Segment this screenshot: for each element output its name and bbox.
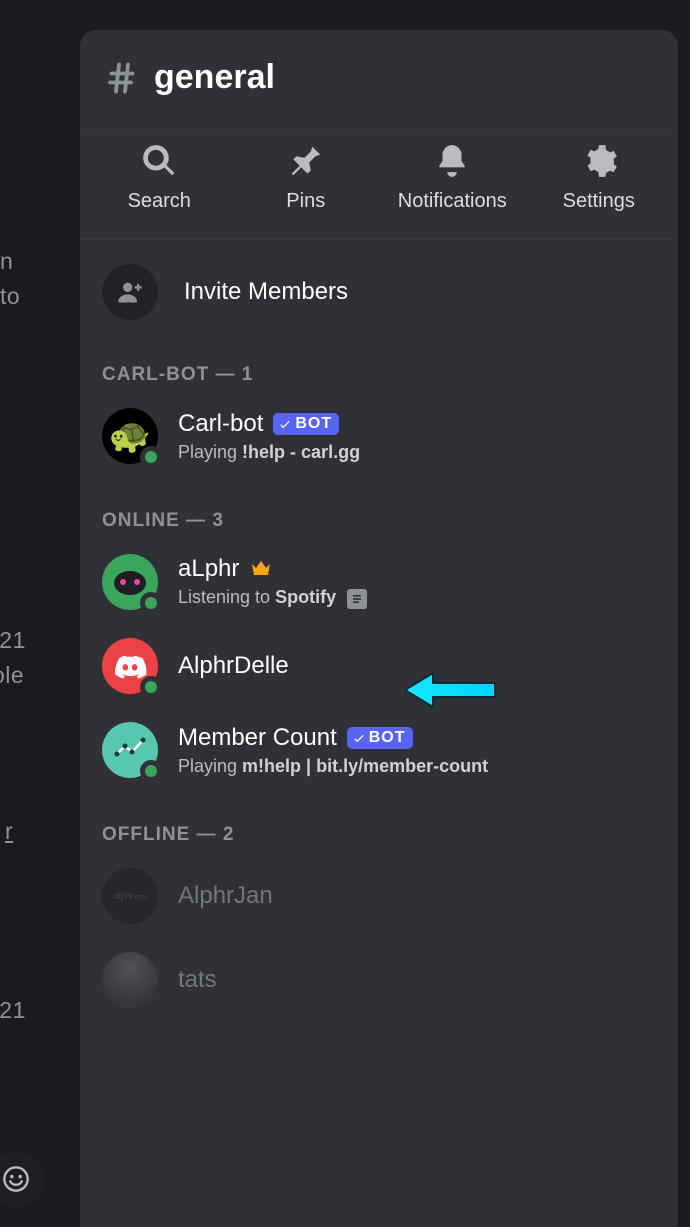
invite-label: Invite Members (184, 278, 348, 306)
search-button[interactable]: Search (86, 142, 233, 213)
settings-button[interactable]: Settings (526, 142, 673, 213)
channel-name: general (154, 58, 275, 97)
pins-button[interactable]: Pins (233, 142, 380, 213)
toolbar-label: Settings (563, 190, 635, 213)
avatar (102, 638, 158, 694)
gear-icon (580, 142, 618, 180)
avatar: alphr.com (102, 868, 158, 924)
member-name: Carl-bot (178, 410, 263, 438)
verified-check-icon (352, 731, 366, 745)
avatar (102, 952, 158, 1008)
member-name: tats (178, 966, 217, 994)
member-row-alphr[interactable]: aLphr Listening to Spotify (80, 540, 678, 624)
discord-creature-icon (112, 568, 148, 596)
edge-text: 021 (0, 997, 26, 1024)
member-row-alphrdelle[interactable]: AlphrDelle (80, 624, 678, 708)
invite-avatar (102, 264, 158, 320)
status-online-icon (140, 760, 162, 782)
edge-text: to (0, 283, 20, 310)
member-name: AlphrJan (178, 882, 273, 910)
member-name: Member Count (178, 724, 337, 752)
status-online-icon (140, 676, 162, 698)
invite-members-button[interactable]: Invite Members (80, 240, 678, 348)
avatar: 🐢 (102, 408, 158, 464)
edge-text: ole (0, 662, 24, 689)
member-name: aLphr (178, 555, 239, 583)
section-heading-offline: OFFLINE — 2 (80, 792, 678, 854)
status-online-icon (140, 592, 162, 614)
avatar (102, 554, 158, 610)
edge-text: r (5, 818, 13, 845)
member-activity: Playing !help - carl.gg (178, 442, 360, 463)
person-add-icon (116, 278, 144, 306)
avatar (102, 722, 158, 778)
channel-header: general (80, 30, 678, 129)
emoji-avatar (0, 1151, 44, 1207)
toolbar-label: Pins (286, 190, 325, 213)
members-sidebar-panel: general Search Pins Notifications Settin… (80, 30, 678, 1227)
edge-text: 021 (0, 627, 26, 654)
search-icon (140, 142, 178, 180)
member-row-membercount[interactable]: Member Count BOT Playing m!help | bit.ly… (80, 708, 678, 792)
toolbar-label: Search (128, 190, 191, 213)
background-left-panel: n to 021 ole r 021 (0, 0, 80, 1227)
hash-icon (104, 60, 140, 96)
channel-toolbar: Search Pins Notifications Settings (80, 129, 678, 240)
smile-icon (2, 1165, 30, 1193)
discord-logo-icon (113, 653, 147, 679)
crown-icon (249, 557, 273, 581)
notifications-button[interactable]: Notifications (379, 142, 526, 213)
status-online-icon (140, 446, 162, 468)
bot-badge: BOT (273, 413, 339, 435)
bell-icon (433, 142, 471, 180)
bot-badge: BOT (347, 727, 413, 749)
section-heading-carlbot: CARL-BOT — 1 (80, 348, 678, 394)
toolbar-label: Notifications (398, 190, 507, 213)
member-row-alphrjan[interactable]: alphr.com AlphrJan (80, 854, 678, 938)
member-row-tats[interactable]: tats (80, 938, 678, 1022)
alphr-logo-icon: alphr.com (114, 891, 147, 902)
rich-presence-icon (347, 589, 367, 609)
member-row-carlbot[interactable]: 🐢 Carl-bot BOT Playing !help - carl.gg (80, 394, 678, 478)
member-activity: Listening to Spotify (178, 587, 367, 608)
verified-check-icon (278, 417, 292, 431)
member-activity: Playing m!help | bit.ly/member-count (178, 756, 488, 777)
member-name: AlphrDelle (178, 652, 289, 680)
pin-icon (287, 142, 325, 180)
edge-text: n (0, 248, 13, 275)
section-heading-online: ONLINE — 3 (80, 478, 678, 540)
